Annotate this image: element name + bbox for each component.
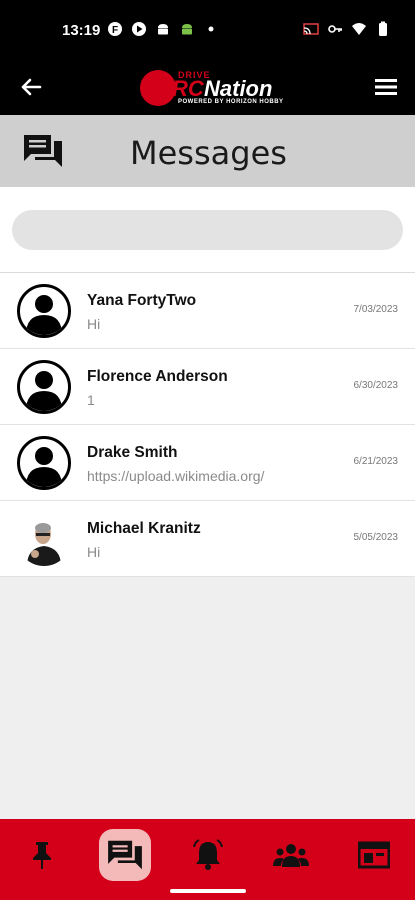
nav-messages[interactable] [99, 829, 151, 881]
svg-text:F: F [112, 25, 118, 36]
conversation-date: 6/21/2023 [353, 456, 399, 467]
nav-members[interactable] [265, 829, 317, 881]
conversation-name: Yana FortyTwo [87, 292, 197, 309]
conversation-preview: Hi [87, 544, 101, 560]
search-input[interactable] [12, 210, 403, 250]
conversation-list: Yana FortyTwo Hi 7/03/2023 Florence Ande… [0, 273, 415, 577]
logo-mark [140, 70, 176, 106]
app-notification-icon: F [108, 22, 122, 36]
pin-icon [33, 842, 51, 869]
conversation-date: 7/03/2023 [353, 304, 399, 315]
messages-icon [24, 135, 62, 167]
search-container [0, 187, 415, 273]
bottom-nav [0, 819, 415, 900]
conversation-preview: https://upload.wikimedia.org/ [87, 468, 265, 484]
android-green-icon [182, 24, 192, 35]
cast-icon [303, 23, 319, 35]
bell-icon [193, 839, 223, 870]
conversation-preview: 1 [87, 392, 95, 408]
default-avatar [17, 436, 71, 490]
nav-pinned[interactable] [16, 829, 68, 881]
group-icon [273, 844, 309, 867]
conversation-date: 6/30/2023 [353, 380, 399, 391]
page-title: Messages [130, 134, 287, 172]
dot-icon [208, 26, 214, 32]
menu-button[interactable] [371, 72, 401, 102]
conversation-item[interactable]: Florence Anderson 1 6/30/2023 [0, 349, 415, 425]
conversation-name: Michael Kranitz [87, 520, 201, 537]
back-button[interactable] [16, 72, 46, 102]
drive-rc-nation-logo: DRIVE RC Nation POWERED BY HORIZON HOBBY [140, 68, 283, 108]
messages-icon [108, 840, 142, 870]
status-time: 13:19 [62, 22, 101, 39]
photo-avatar [17, 512, 71, 566]
arrow-left-icon [21, 78, 42, 96]
battery-icon [379, 21, 387, 36]
nav-notifications[interactable] [182, 829, 234, 881]
play-icon [132, 22, 146, 36]
android-icon [158, 24, 168, 35]
default-avatar [17, 360, 71, 414]
key-icon [328, 25, 342, 33]
logo-powered-text: POWERED BY HORIZON HOBBY [178, 99, 284, 105]
home-indicator [170, 889, 246, 893]
conversation-date: 5/05/2023 [353, 532, 399, 543]
default-avatar [17, 284, 71, 338]
conversation-name: Drake Smith [87, 444, 178, 461]
nav-browser[interactable] [348, 829, 400, 881]
status-bar: 13:19 F [0, 0, 415, 60]
conversation-item[interactable]: Yana FortyTwo Hi 7/03/2023 [0, 273, 415, 349]
conversation-name: Florence Anderson [87, 368, 228, 385]
browser-icon [358, 841, 390, 869]
status-system-icons [303, 21, 391, 37]
title-bar: Messages [0, 115, 415, 187]
status-notification-icons: F [107, 21, 219, 37]
conversation-item[interactable]: Michael Kranitz Hi 5/05/2023 [0, 501, 415, 577]
hamburger-icon [375, 79, 397, 95]
wifi-icon [352, 23, 366, 35]
conversation-preview: Hi [87, 316, 101, 332]
conversation-item[interactable]: Drake Smith https://upload.wikimedia.org… [0, 425, 415, 501]
app-header: DRIVE RC Nation POWERED BY HORIZON HOBBY [0, 60, 415, 115]
